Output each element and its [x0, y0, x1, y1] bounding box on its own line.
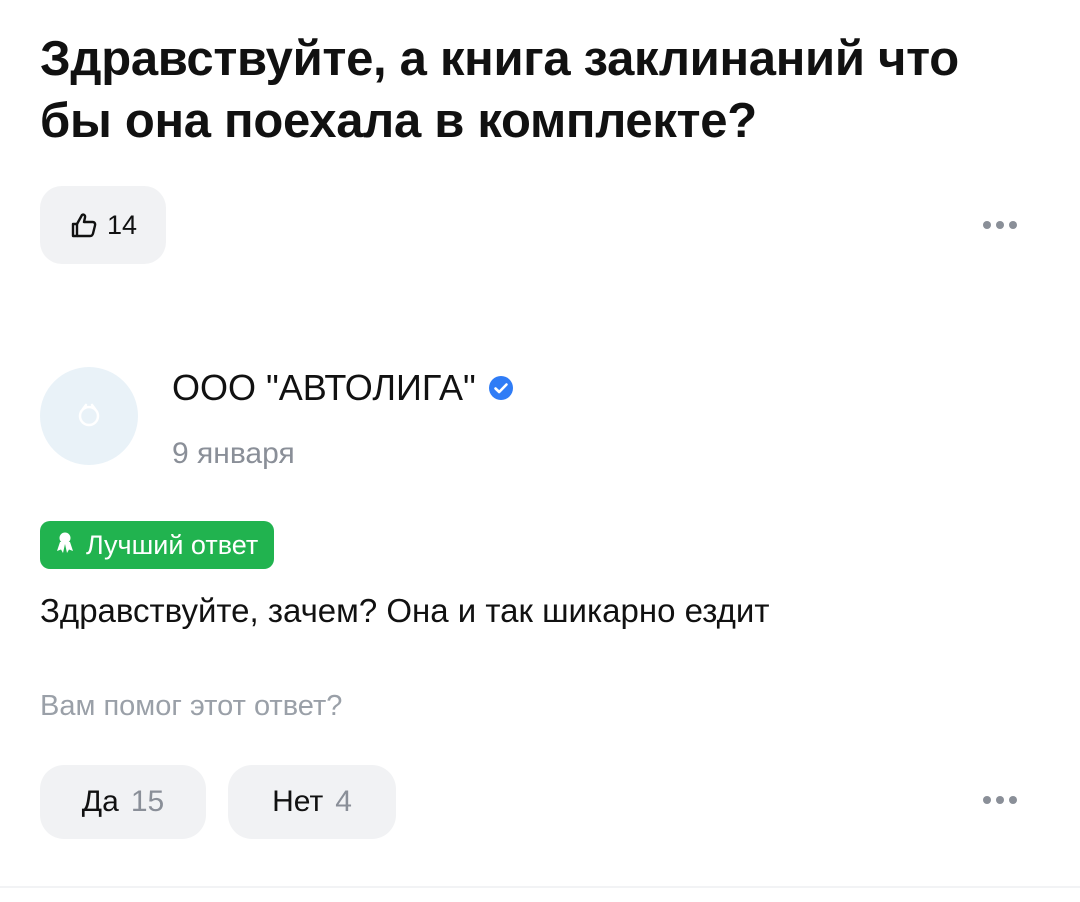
more-dot	[983, 796, 991, 804]
more-dot	[983, 221, 991, 229]
helpful-question: Вам помог этот ответ?	[40, 690, 343, 722]
more-dot	[1009, 796, 1017, 804]
answer-date: 9 января	[172, 437, 295, 470]
thumbs-up-icon	[69, 210, 99, 240]
question-more-button[interactable]	[970, 205, 1030, 245]
like-count: 14	[106, 209, 138, 240]
vote-no-label: Нет	[272, 785, 324, 818]
vote-yes-button[interactable]: Да 15	[40, 765, 206, 839]
best-answer-label: Лучший ответ	[86, 529, 259, 560]
more-dot	[1009, 221, 1017, 229]
vote-no-count: 4	[335, 785, 352, 818]
vote-yes-count: 15	[130, 785, 165, 818]
verified-check-icon	[488, 375, 514, 401]
author-name: ООО "АВТОЛИГА"	[172, 367, 476, 408]
award-icon	[54, 530, 76, 561]
vote-no-button[interactable]: Нет 4	[228, 765, 396, 839]
answer-more-button[interactable]	[970, 780, 1030, 820]
more-dot	[996, 221, 1004, 229]
qa-page: Здравствуйте, а книга заклинаний что бы …	[0, 0, 1080, 902]
more-dot	[996, 796, 1004, 804]
like-button[interactable]: 14	[40, 186, 166, 264]
answer-text: Здравствуйте, зачем? Она и так шикарно е…	[40, 592, 770, 629]
best-answer-badge: Лучший ответ	[40, 521, 275, 569]
company-avatar-icon[interactable]	[40, 367, 138, 465]
divider	[0, 886, 1080, 888]
question-title: Здравствуйте, а книга заклинаний что бы …	[40, 32, 959, 148]
vote-yes-label: Да	[81, 785, 119, 818]
author-name-row[interactable]: ООО "АВТОЛИГА"	[172, 367, 514, 409]
